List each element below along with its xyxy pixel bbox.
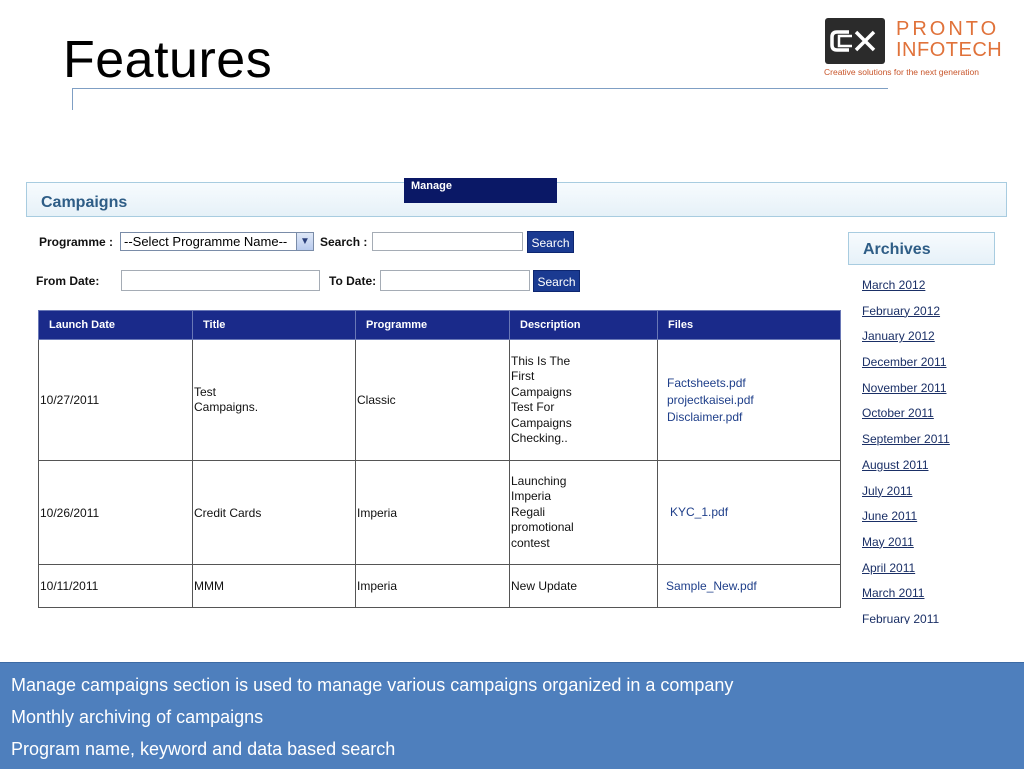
archives-list: March 2012 February 2012 January 2012 De…	[862, 278, 950, 624]
search-button[interactable]: Search	[527, 231, 574, 253]
programme-select[interactable]: --Select Programme Name-- ▼	[120, 232, 314, 251]
archive-link[interactable]: April 2011	[862, 561, 950, 587]
column-header-title[interactable]: Title	[192, 310, 356, 340]
to-date-label: To Date:	[329, 274, 377, 288]
logo-text-pronto: PRONTO	[896, 18, 1000, 40]
cell-title: MMM	[192, 564, 356, 608]
archive-link[interactable]: September 2011	[862, 432, 950, 458]
archive-link[interactable]: March 2012	[862, 278, 950, 304]
to-date-input[interactable]	[380, 270, 530, 291]
file-link[interactable]: Sample_New.pdf	[666, 578, 839, 595]
slide-title: Features	[63, 31, 273, 89]
archive-link[interactable]: February 2012	[862, 304, 950, 330]
table-header-row: Launch Date Title Programme Description …	[38, 310, 841, 340]
file-link[interactable]: KYC_1.pdf	[670, 504, 839, 521]
chevron-down-icon[interactable]: ▼	[296, 233, 313, 250]
archive-link[interactable]: August 2011	[862, 458, 950, 484]
logo-tagline: Creative solutions for the next generati…	[824, 67, 979, 77]
cell-programme: Imperia	[355, 460, 510, 565]
tab-manage[interactable]: Manage	[404, 178, 557, 203]
column-header-programme[interactable]: Programme	[355, 310, 510, 340]
column-header-files[interactable]: Files	[657, 310, 841, 340]
logo-text-infotech: INFOTECH	[896, 39, 1003, 61]
archives-panel: Archives March 2012 February 2012 Januar…	[848, 232, 995, 624]
archive-link[interactable]: October 2011	[862, 406, 950, 432]
file-link[interactable]: Disclaimer.pdf	[667, 409, 839, 426]
cell-description: Launching Imperia Regali promotional con…	[509, 460, 658, 565]
search-input[interactable]	[372, 232, 523, 251]
cell-programme: Classic	[355, 339, 510, 461]
cell-launch-date: 10/11/2011	[38, 564, 193, 608]
archives-title: Archives	[863, 241, 931, 258]
date-search-button[interactable]: Search	[533, 270, 580, 292]
archive-link[interactable]: December 2011	[862, 355, 950, 381]
archives-header: Archives	[848, 232, 995, 265]
archive-link[interactable]: June 2011	[862, 509, 950, 535]
cell-description-text: Launching Imperia Regali promotional con…	[511, 473, 574, 550]
column-header-description[interactable]: Description	[509, 310, 658, 340]
from-date-label: From Date:	[36, 274, 100, 288]
cell-files: Factsheets.pdf projectkaisei.pdf Disclai…	[657, 339, 841, 461]
table-row: 10/27/2011 Test Campaigns. Classic This …	[38, 339, 841, 461]
bullet-text: Program name, keyword and data based sea…	[11, 739, 396, 759]
cell-programme: Imperia	[355, 564, 510, 608]
archive-link[interactable]: July 2011	[862, 484, 950, 510]
bullet-text: Manage campaigns section is used to mana…	[11, 675, 734, 695]
cell-files: KYC_1.pdf	[657, 460, 841, 565]
column-header-launch-date[interactable]: Launch Date	[38, 310, 193, 340]
table-row: 10/26/2011 Credit Cards Imperia Launchin…	[38, 460, 841, 565]
cell-description: New Update	[509, 564, 658, 608]
cell-description-text: This Is The First Campaigns Test For Cam…	[511, 353, 572, 446]
campaigns-title: Campaigns	[41, 194, 128, 211]
feature-bullets-band: Manage campaigns section is used to mana…	[0, 662, 1024, 769]
title-divider	[72, 88, 888, 89]
cell-files: Sample_New.pdf	[657, 564, 841, 608]
cell-launch-date: 10/27/2011	[38, 339, 193, 461]
file-link[interactable]: projectkaisei.pdf	[667, 392, 839, 409]
table-row: 10/11/2011 MMM Imperia New Update Sample…	[38, 564, 841, 608]
app-screenshot: Campaigns Manage Programme : --Select Pr…	[26, 178, 1007, 624]
archive-link[interactable]: November 2011	[862, 381, 950, 407]
programme-label: Programme :	[39, 235, 114, 249]
search-label: Search :	[320, 235, 368, 249]
cell-launch-date: 10/26/2011	[38, 460, 193, 565]
archive-link[interactable]: May 2011	[862, 535, 950, 561]
campaigns-table: Launch Date Title Programme Description …	[38, 310, 841, 608]
cell-title-text: Test Campaigns.	[194, 385, 259, 414]
title-divider-vertical	[72, 88, 73, 110]
programme-select-value: --Select Programme Name--	[124, 234, 288, 249]
company-logo: PRONTO INFOTECH Creative solutions for t…	[824, 16, 1006, 80]
cell-title: Credit Cards	[192, 460, 356, 565]
cell-title: Test Campaigns.	[192, 339, 356, 461]
archive-link[interactable]: March 2011	[862, 586, 950, 612]
cell-description: This Is The First Campaigns Test For Cam…	[509, 339, 658, 461]
logo-mark-icon	[825, 18, 885, 64]
file-link[interactable]: Factsheets.pdf	[667, 375, 839, 392]
archive-link[interactable]: January 2012	[862, 329, 950, 355]
archive-link[interactable]: February 2011	[862, 612, 950, 624]
bullet-text: Monthly archiving of campaigns	[11, 707, 264, 727]
from-date-input[interactable]	[121, 270, 320, 291]
